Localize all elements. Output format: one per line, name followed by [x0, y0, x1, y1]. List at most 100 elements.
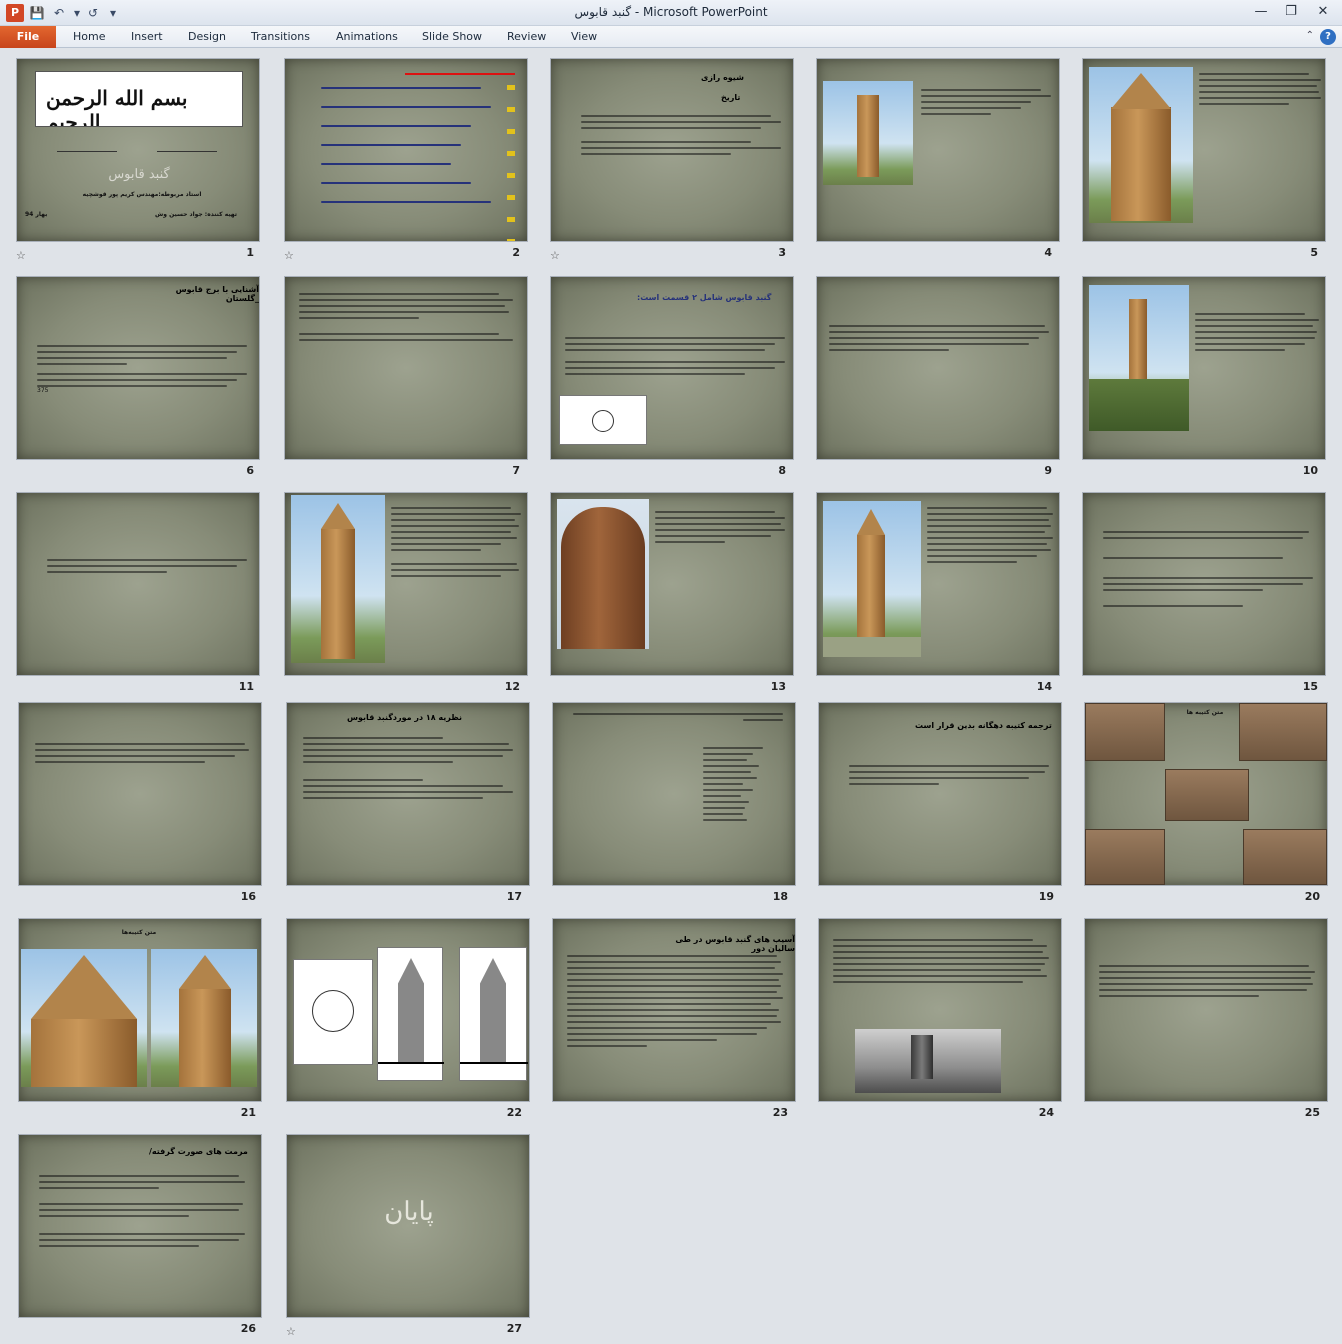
slide-heading: آسیب های گنبد قابوس در طی سالیان دور [675, 935, 795, 953]
inscription-photo [1243, 829, 1327, 885]
body-text [655, 511, 787, 547]
plan-drawing [293, 959, 373, 1065]
slide-number: 12 [504, 680, 520, 693]
slide-thumbnail-12[interactable] [284, 492, 528, 676]
help-icon[interactable]: ? [1320, 29, 1336, 45]
slide-number: 1 [246, 246, 254, 259]
slide-thumbnail-1[interactable]: بسم الله الرحمن الرحیم گنبد قابوس استاد … [16, 58, 260, 242]
elevation-drawing [459, 947, 528, 1081]
close-icon[interactable]: ✕ [1308, 2, 1338, 22]
slide-thumbnail-18[interactable] [552, 702, 796, 886]
slide-thumbnail-8[interactable]: گنبد قابوس شامل ۲ قسمت است: [550, 276, 794, 460]
divider [57, 151, 117, 152]
slide-thumbnail-11[interactable] [16, 492, 260, 676]
slide-thumbnail-15[interactable] [1082, 492, 1326, 676]
plan-drawing [559, 395, 647, 445]
season-text: بهار 94 [25, 211, 48, 218]
ribbon-tab-bar: File Home Insert Design Transitions Anim… [0, 26, 1342, 48]
slide-number: 11 [238, 680, 254, 693]
tab-slide-show[interactable]: Slide Show [422, 30, 482, 43]
transition-star-icon[interactable]: ☆ [16, 250, 30, 262]
body-text [829, 325, 1049, 355]
restore-icon[interactable]: ❐ [1276, 2, 1306, 22]
tower-photo [151, 949, 257, 1087]
slide-title: گنبد قابوس [108, 167, 170, 182]
slide-thumbnail-9[interactable] [816, 276, 1060, 460]
slide-thumbnail-16[interactable] [18, 702, 262, 886]
slide-thumbnail-13[interactable] [550, 492, 794, 676]
slide-number: 15 [1302, 680, 1318, 693]
slide-number: 7 [512, 464, 520, 477]
slide-thumbnail-27[interactable]: پایان [286, 1134, 530, 1318]
body-text [565, 337, 789, 379]
slide-heading: گنبد قابوس شامل ۲ قسمت است: [637, 293, 772, 302]
window-title: گنبد قابوس - Microsoft PowerPoint [574, 5, 768, 19]
body-text [833, 939, 1049, 987]
inscription-text [703, 747, 783, 825]
slide-thumbnail-26[interactable]: مرمت های صورت گرفته/ [18, 1134, 262, 1318]
body-text [927, 507, 1053, 567]
tab-insert[interactable]: Insert [131, 30, 163, 43]
body-text [1103, 531, 1313, 611]
tower-photo [1089, 285, 1189, 431]
slide-thumbnail-20[interactable]: متن کتیبه ها [1084, 702, 1328, 886]
slide-number: 21 [240, 1106, 256, 1119]
slide-thumbnail-5[interactable] [1082, 58, 1326, 242]
body-text [39, 1175, 245, 1251]
slide-thumbnail-10[interactable] [1082, 276, 1326, 460]
body-text [1099, 965, 1315, 1001]
tab-home[interactable]: Home [73, 30, 105, 43]
slide-thumbnail-22[interactable] [286, 918, 530, 1102]
slide-thumbnail-2[interactable] [284, 58, 528, 242]
minimize-icon[interactable]: — [1246, 2, 1276, 22]
slide-number: 20 [1304, 890, 1320, 903]
inscription-photo [1239, 703, 1327, 761]
slide-title: پایان [384, 1197, 434, 1227]
slide-thumbnail-17[interactable]: نظریه ۱۸ در موردگنبد قابوس [286, 702, 530, 886]
expand-ribbon-icon[interactable]: ⌃ [1306, 30, 1314, 41]
slide-number: 17 [506, 890, 522, 903]
slide-number: 13 [770, 680, 786, 693]
slide-number: 18 [772, 890, 788, 903]
slide-thumbnail-14[interactable] [816, 492, 1060, 676]
slide-heading: ترجمه کتیبه دهگانه بدین قرار است [915, 721, 1052, 730]
tab-design[interactable]: Design [188, 30, 226, 43]
red-line [405, 73, 515, 75]
slide-thumbnail-19[interactable]: ترجمه کتیبه دهگانه بدین قرار است [818, 702, 1062, 886]
body-text [303, 737, 515, 803]
slide-number: 5 [1310, 246, 1318, 259]
body-text [391, 507, 521, 581]
slide-thumbnail-6[interactable]: آشنایی با برج قابوس _گلستان 375 [16, 276, 260, 460]
title-bar: P 💾 ↶ ▾ ↺ ▾ گنبد قابوس - Microsoft Power… [0, 0, 1342, 26]
slide-thumbnail-7[interactable] [284, 276, 528, 460]
slide-thumbnail-23[interactable]: آسیب های گنبد قابوس در طی سالیان دور [552, 918, 796, 1102]
slide-subheading: تاریخ [721, 93, 741, 102]
tab-view[interactable]: View [571, 30, 597, 43]
tab-review[interactable]: Review [507, 30, 546, 43]
tower-photo [21, 949, 147, 1087]
transition-star-icon[interactable]: ☆ [550, 250, 564, 262]
slide-thumbnail-3[interactable]: شیوه رازی تاریخ [550, 58, 794, 242]
tower-photo [291, 495, 385, 663]
slide-number: 26 [240, 1322, 256, 1335]
transition-star-icon[interactable]: ☆ [284, 250, 298, 262]
body-text [849, 765, 1049, 789]
slide-thumbnail-21[interactable]: متن کتیبه‌ها [18, 918, 262, 1102]
slide-number: 24 [1038, 1106, 1054, 1119]
slide-thumbnail-25[interactable] [1084, 918, 1328, 1102]
slide-heading: متن کتیبه ها [1186, 709, 1224, 716]
transition-star-icon[interactable]: ☆ [286, 1326, 300, 1338]
inscription-photo [1085, 703, 1165, 761]
slide-number: 10 [1302, 464, 1318, 477]
body-text [1195, 313, 1319, 355]
heading-text [573, 713, 783, 725]
slide-thumbnail-24[interactable] [818, 918, 1062, 1102]
tab-file[interactable]: File [0, 26, 56, 48]
tab-animations[interactable]: Animations [336, 30, 398, 43]
tab-transitions[interactable]: Transitions [251, 30, 310, 43]
slide-number: 2 [512, 246, 520, 259]
calligraphy-image: بسم الله الرحمن الرحیم [35, 71, 243, 127]
slide-thumbnail-4[interactable] [816, 58, 1060, 242]
body-text [47, 559, 247, 577]
slide-heading: آشنایی با برج قابوس _گلستان [175, 285, 259, 303]
